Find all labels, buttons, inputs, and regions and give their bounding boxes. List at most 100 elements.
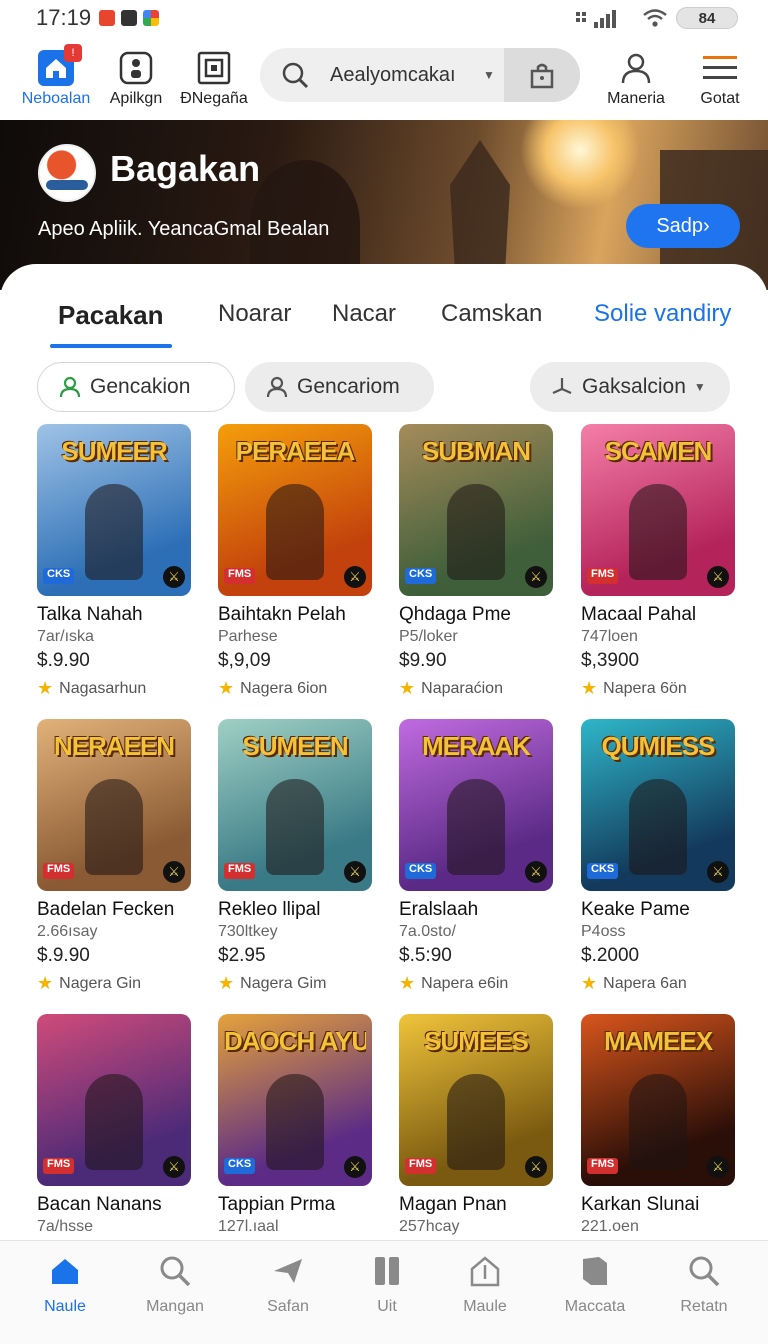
- product-cover-image[interactable]: SCAMEN FMS ⚔: [581, 424, 735, 596]
- bottom-nav-item[interactable]: Retatn: [654, 1255, 754, 1316]
- top-nav-home[interactable]: ! Neboalan: [11, 44, 101, 108]
- product-cover-image[interactable]: MAMEEX FMS ⚔: [581, 1014, 735, 1186]
- product-cover-image[interactable]: PERAEEA FMS ⚔: [218, 424, 372, 596]
- search-icon: [159, 1255, 191, 1292]
- product-name[interactable]: Magan Pnan: [399, 1194, 553, 1216]
- rating-label: Nagera Gin: [59, 974, 141, 992]
- product-name[interactable]: Talka Nahah: [37, 604, 191, 626]
- product-card[interactable]: MERAAK CKS ⚔ Eralslaah 7a.0sto/ $.5:90 ★ Napera…: [399, 719, 553, 994]
- search-input[interactable]: Aealyomcakaı: [330, 64, 474, 87]
- product-name[interactable]: Bacan Nanans: [37, 1194, 191, 1216]
- cover-character: [447, 1074, 505, 1170]
- product-name[interactable]: Qhdaga Pme: [399, 604, 553, 626]
- library-icon: [196, 50, 232, 86]
- sort-dropdown[interactable]: Gaksalcion ▼: [530, 362, 730, 412]
- product-cover-image[interactable]: QUMIESS CKS ⚔: [581, 719, 735, 891]
- star-icon: ★: [399, 678, 416, 698]
- product-card[interactable]: SUMEEN FMS ⚔ Rekleo llipal 730ltkey $2.95 ★ Nag…: [218, 719, 372, 994]
- product-card[interactable]: DAOCH AYUAS CKS ⚔ Tappian Prma 127l.ıaal: [218, 1014, 372, 1236]
- product-cover-image[interactable]: FMS ⚔: [37, 1014, 191, 1186]
- hero-subtitle: Apeo Apliik. YeancaGmal Bealan: [38, 218, 330, 240]
- cover-title: MERAAK: [421, 731, 531, 761]
- hero-action-button[interactable]: Sadp›: [626, 204, 740, 248]
- bottom-nav-item[interactable]: Maccata: [545, 1255, 645, 1316]
- platform-tag: CKS: [224, 1158, 256, 1174]
- cover-title: QUMIESS: [601, 731, 716, 761]
- product-card[interactable]: PERAEEA FMS ⚔ Baihtakn Pelah Parhese $,9,09 ★ N…: [218, 424, 372, 699]
- top-nav-menu[interactable]: Gotat: [675, 50, 765, 108]
- battery-indicator: 84: [676, 7, 738, 29]
- tab-camskan[interactable]: Camskan: [441, 300, 542, 328]
- product-cover-image[interactable]: SUMEEN FMS ⚔: [218, 719, 372, 891]
- top-nav-apps[interactable]: Apilkgn: [91, 50, 181, 108]
- search-bar[interactable]: Aealyomcakaı ▼: [260, 48, 580, 102]
- product-cover-image[interactable]: SUMEES FMS ⚔: [399, 1014, 553, 1186]
- product-cover-image[interactable]: DAOCH AYUAS CKS ⚔: [218, 1014, 372, 1186]
- filter-chip[interactable]: Gencariom: [245, 362, 434, 412]
- product-card[interactable]: NERAEEN FMS ⚔ Badelan Fecken 2.66ısay $.9.90 ★…: [37, 719, 191, 994]
- cover-title: NERAEEN: [53, 731, 175, 761]
- product-card[interactable]: SUMEER CKS ⚔ Talka Nahah 7ar/ıska $.9.90 ★ Naga…: [37, 424, 191, 699]
- product-name[interactable]: Eralslaah: [399, 899, 553, 921]
- product-price: $.9.90: [37, 650, 90, 671]
- tab-noarar[interactable]: Noarar: [218, 300, 291, 328]
- bottom-nav-item[interactable]: Safan: [238, 1255, 338, 1316]
- cover-title: SUMEER: [61, 436, 167, 466]
- filter-chips: Gencakion Gencariom Gaksalcion ▼: [0, 362, 768, 414]
- app-root: 17:19 84 ! Neboalan Apilkgn ÐNegaña Aeal…: [0, 0, 768, 1344]
- product-name[interactable]: Badelan Fecken: [37, 899, 191, 921]
- bottom-nav-item[interactable]: Naule: [15, 1255, 115, 1316]
- bottom-nav-label: Naule: [44, 1298, 86, 1315]
- product-name[interactable]: Rekleo llipal: [218, 899, 372, 921]
- bottom-nav-label: Uit: [377, 1298, 397, 1315]
- product-developer: 7a/hsse: [37, 1218, 94, 1235]
- product-name[interactable]: Karkan Slunai: [581, 1194, 735, 1216]
- top-nav-library[interactable]: ÐNegaña: [169, 50, 259, 108]
- search-icon: [688, 1255, 720, 1292]
- product-card[interactable]: SCAMEN FMS ⚔ Macaal Pahal 747loen $,3900 ★ Nape…: [581, 424, 735, 699]
- tab-solie-vandiry[interactable]: Solie vandiry: [594, 300, 731, 328]
- product-card[interactable]: MAMEEX FMS ⚔ Karkan Slunai 221.oen: [581, 1014, 735, 1236]
- product-developer: 221.oen: [581, 1218, 639, 1235]
- platform-tag: FMS: [43, 863, 75, 879]
- app-notification-icon: [143, 10, 160, 26]
- bottom-nav-item[interactable]: Uit: [337, 1255, 437, 1316]
- product-card[interactable]: SUBMAN CKS ⚔ Qhdaga Pme P5/loker $9.90 ★ Napara…: [399, 424, 553, 699]
- tab-nacar[interactable]: Nacar: [332, 300, 396, 328]
- signal-icon: [576, 10, 616, 28]
- hero-artwork: [520, 120, 640, 210]
- rating-label: Naparaćion: [421, 679, 503, 697]
- top-nav-account[interactable]: Maneria: [591, 50, 681, 108]
- sword-icon: ⚔: [163, 1156, 185, 1178]
- product-name[interactable]: Keake Pame: [581, 899, 735, 921]
- product-name[interactable]: Macaal Pahal: [581, 604, 735, 626]
- cover-character: [85, 1074, 143, 1170]
- filter-chip[interactable]: Gencakion: [37, 362, 235, 412]
- top-nav-label: Neboalan: [21, 90, 91, 107]
- bottom-nav-item[interactable]: Maule: [435, 1255, 535, 1316]
- product-price: $9.90: [399, 650, 447, 671]
- bottom-nav-label: Mangan: [146, 1298, 204, 1315]
- cover-character: [629, 779, 687, 875]
- product-cover-image[interactable]: SUMEER CKS ⚔: [37, 424, 191, 596]
- cover-title: MAMEEX: [603, 1026, 713, 1056]
- home-icon: [49, 1255, 81, 1292]
- product-name[interactable]: Tappian Prma: [218, 1194, 372, 1216]
- product-cover-image[interactable]: NERAEEN FMS ⚔: [37, 719, 191, 891]
- tab-pacakan[interactable]: Pacakan: [58, 300, 164, 331]
- product-cover-image[interactable]: SUBMAN CKS ⚔: [399, 424, 553, 596]
- bottom-nav: Naule Mangan Safan Uit Maule Maccata Retatn: [0, 1240, 768, 1344]
- search-action-button[interactable]: [504, 48, 580, 102]
- top-nav: ! Neboalan Apilkgn ÐNegaña Aealyomcakaı …: [0, 40, 768, 116]
- product-name[interactable]: Baihtakn Pelah: [218, 604, 372, 626]
- sword-icon: ⚔: [344, 566, 366, 588]
- product-developer: 257hcay: [399, 1218, 460, 1235]
- product-card[interactable]: SUMEES FMS ⚔ Magan Pnan 257hcay: [399, 1014, 553, 1236]
- chevron-down-icon[interactable]: ▼: [474, 68, 504, 82]
- product-rating: ★ Nagera Gin: [37, 973, 191, 994]
- product-card[interactable]: FMS ⚔ Bacan Nanans 7a/hsse: [37, 1014, 191, 1236]
- notification-icons: [99, 10, 160, 26]
- bottom-nav-item[interactable]: Mangan: [125, 1255, 225, 1316]
- product-card[interactable]: QUMIESS CKS ⚔ Keake Pame P4oss $.2000 ★ Napera …: [581, 719, 735, 994]
- product-cover-image[interactable]: MERAAK CKS ⚔: [399, 719, 553, 891]
